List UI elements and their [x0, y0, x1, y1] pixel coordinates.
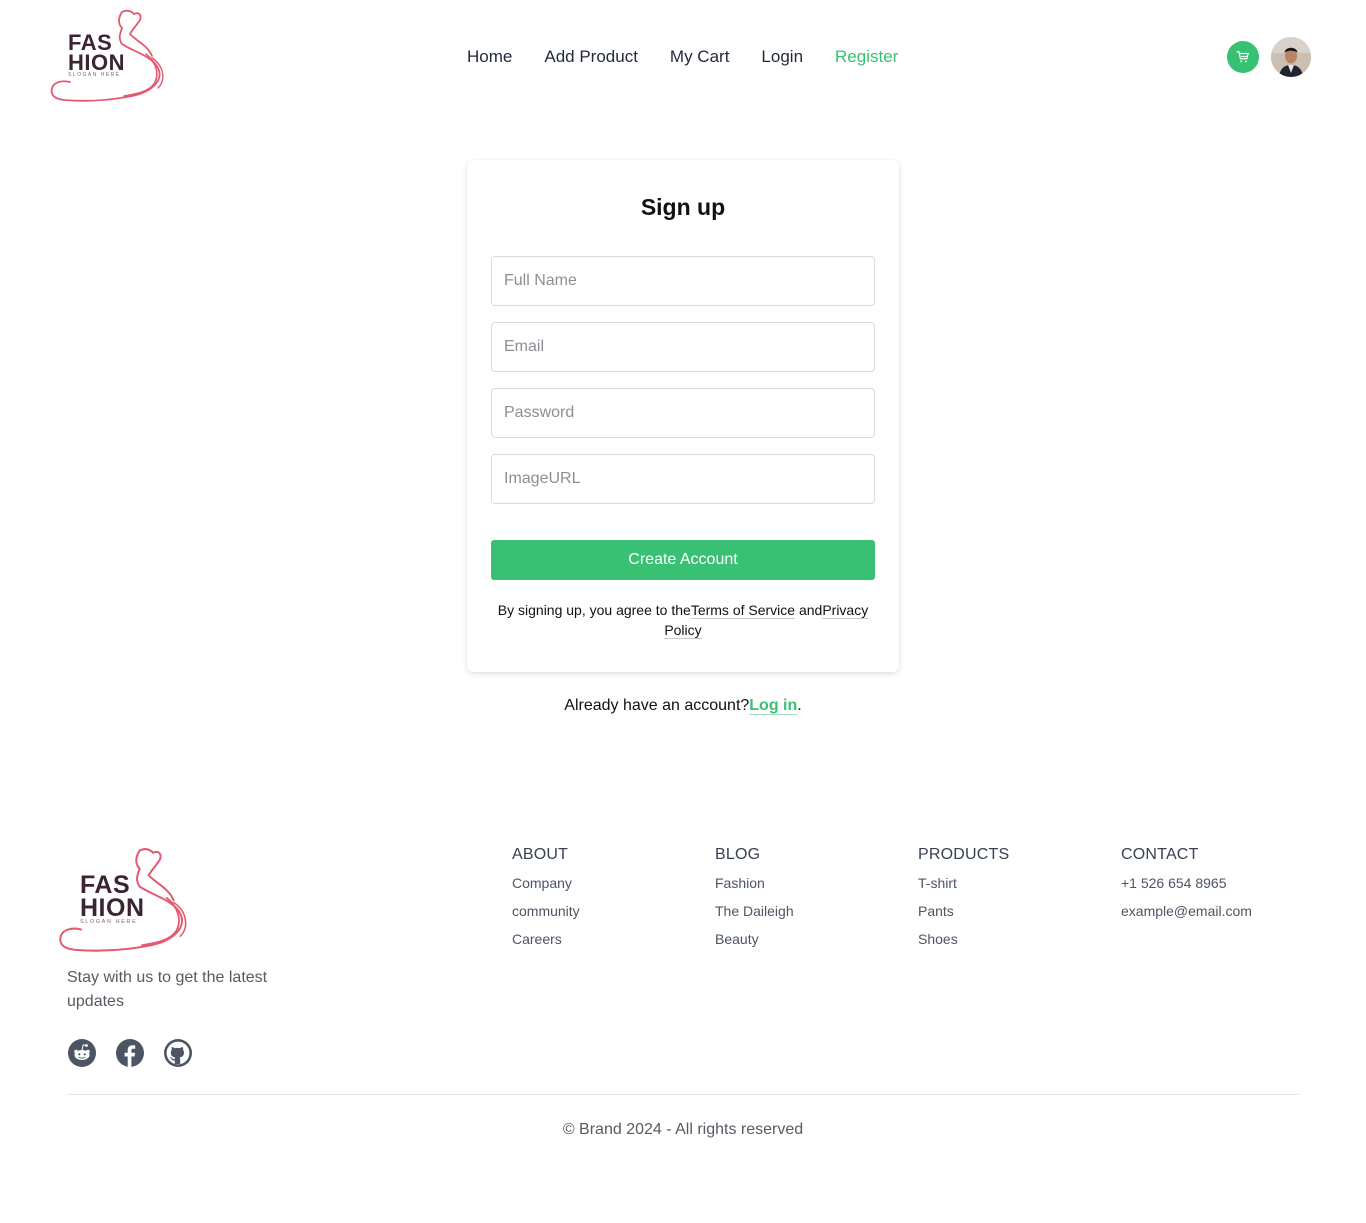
- email-field[interactable]: [491, 322, 875, 372]
- signup-title: Sign up: [640, 194, 726, 220]
- create-account-button[interactable]: Create Account: [491, 540, 875, 580]
- terms-and: and: [795, 602, 823, 618]
- user-avatar[interactable]: [1271, 37, 1311, 77]
- footer-divider: [67, 1094, 1299, 1095]
- footer-link[interactable]: Beauty: [715, 931, 895, 948]
- avatar-photo-icon: [1271, 37, 1311, 77]
- footer-heading: BLOG: [715, 846, 761, 863]
- footer-column-contact: CONTACT +1 526 654 8965 example@email.co…: [1121, 846, 1301, 931]
- facebook-icon[interactable]: [116, 1039, 144, 1067]
- footer-column-blog: BLOG Fashion The Daileigh Beauty: [715, 846, 895, 959]
- footer-column-about: ABOUT Company community Careers: [512, 846, 692, 959]
- footer-column-products: PRODUCTS T-shirt Pants Shoes: [918, 846, 1098, 959]
- terms-of-service-link[interactable]: Terms of Service: [690, 602, 796, 619]
- footer-link[interactable]: T-shirt: [918, 875, 1098, 892]
- footer-phone-link[interactable]: +1 526 654 8965: [1121, 875, 1301, 892]
- login-prompt-suffix: .: [797, 697, 802, 714]
- footer-email-link[interactable]: example@email.com: [1121, 903, 1301, 920]
- main-nav: Home Add Product My Cart Login Register: [467, 46, 898, 68]
- footer-link[interactable]: The Daileigh: [715, 903, 895, 920]
- copyright-text: © Brand 2024 - All rights reserved: [562, 1121, 804, 1138]
- nav-register[interactable]: Register: [835, 46, 898, 68]
- cart-button[interactable]: [1227, 41, 1259, 73]
- footer-link[interactable]: Company: [512, 875, 692, 892]
- footer-heading: CONTACT: [1121, 846, 1199, 863]
- image-url-field[interactable]: [491, 454, 875, 504]
- cart-icon: [1236, 51, 1249, 63]
- nav-my-cart[interactable]: My Cart: [670, 46, 730, 68]
- full-name-field[interactable]: [491, 256, 875, 306]
- github-icon[interactable]: [164, 1039, 192, 1067]
- login-prompt: Already have an account?Log in.: [0, 697, 1366, 715]
- nav-add-product[interactable]: Add Product: [544, 46, 638, 68]
- footer-link[interactable]: Pants: [918, 903, 1098, 920]
- reddit-icon[interactable]: [68, 1039, 96, 1067]
- footer-heading: PRODUCTS: [918, 846, 1010, 863]
- login-link[interactable]: Log in: [749, 697, 798, 715]
- footer-logo[interactable]: FAS HION SLOGAN HERE: [56, 846, 194, 952]
- logo-slogan: SLOGAN HERE: [68, 72, 121, 78]
- footer-heading: ABOUT: [512, 846, 569, 863]
- brand-logo[interactable]: FAS HION SLOGAN HERE: [48, 8, 170, 102]
- logo-slogan: SLOGAN HERE: [80, 919, 138, 925]
- footer-link[interactable]: Shoes: [918, 931, 1098, 948]
- footer-link[interactable]: Fashion: [715, 875, 895, 892]
- social-links: [68, 1039, 192, 1067]
- site-header: FAS HION SLOGAN HERE Home Add Product My…: [0, 0, 1366, 112]
- signup-card: Sign up Create Account By signing up, yo…: [467, 160, 899, 672]
- footer-tagline: Stay with us to get the latest updates: [67, 969, 268, 1010]
- nav-home[interactable]: Home: [467, 46, 512, 68]
- terms-notice: By signing up, you agree to theTerms of …: [491, 600, 875, 640]
- footer-link[interactable]: Careers: [512, 931, 692, 948]
- footer-link[interactable]: community: [512, 903, 692, 920]
- terms-prefix: By signing up, you agree to the: [497, 602, 691, 618]
- login-prompt-text: Already have an account?: [564, 697, 750, 714]
- nav-login[interactable]: Login: [761, 46, 803, 68]
- password-field[interactable]: [491, 388, 875, 438]
